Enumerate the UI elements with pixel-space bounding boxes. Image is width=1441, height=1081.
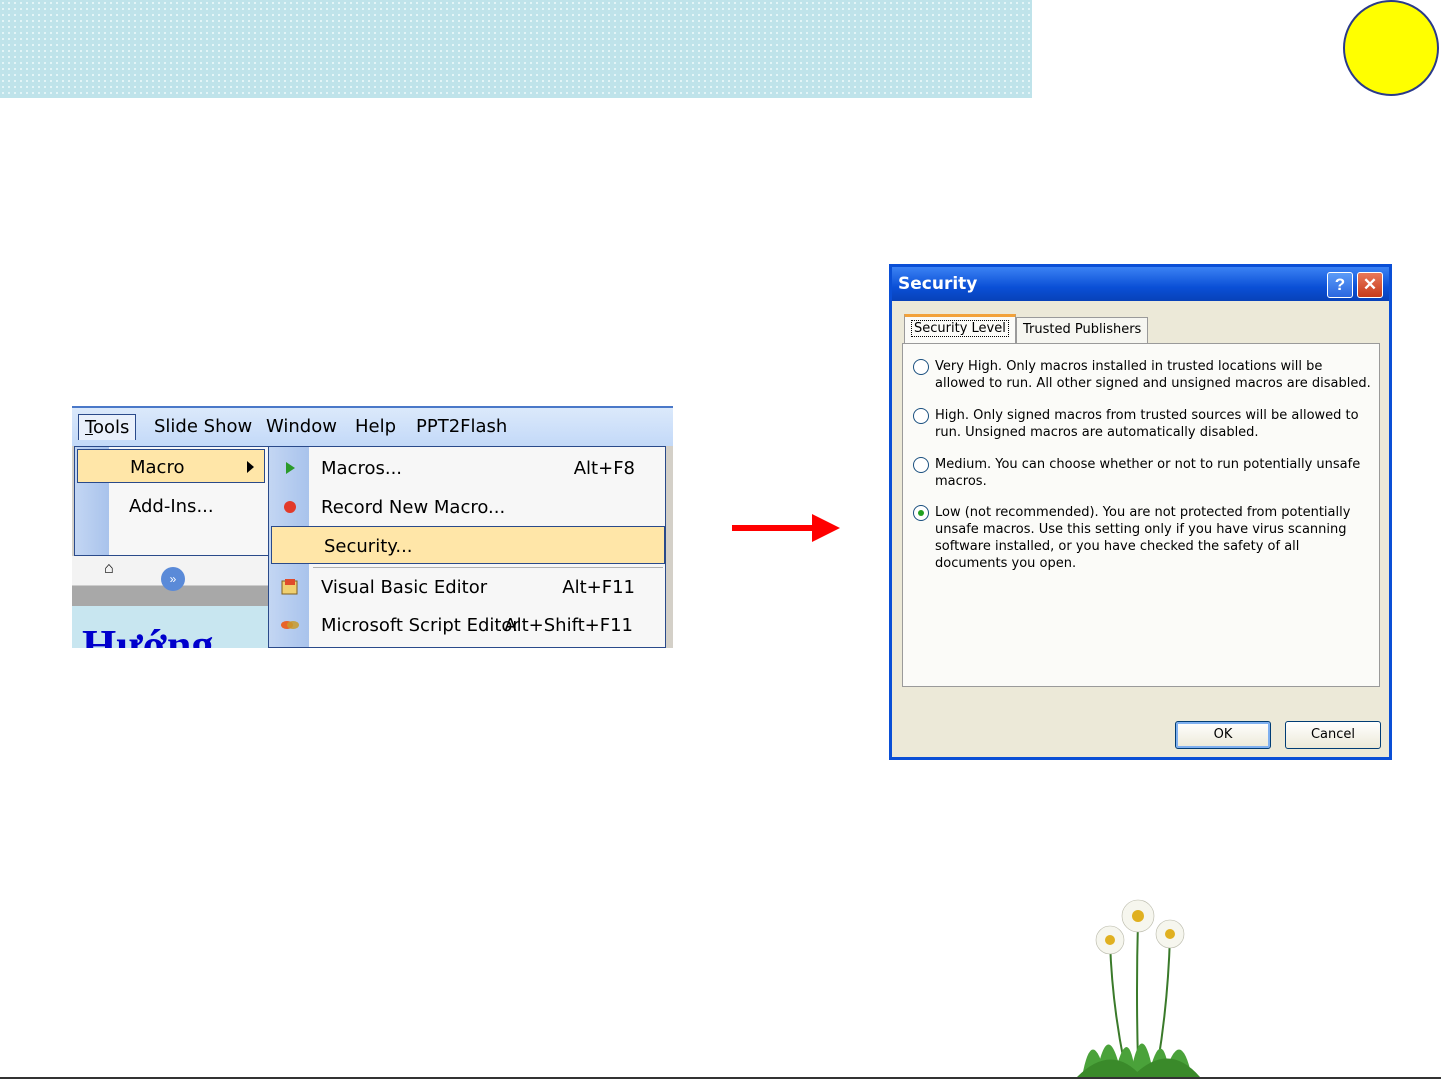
- header-band: [0, 0, 1032, 98]
- option-high-label: High. Only signed macros from trusted so…: [935, 408, 1359, 440]
- close-button[interactable]: ✕: [1357, 272, 1383, 298]
- bottom-rule: [0, 1077, 1441, 1079]
- ruler-tab-icon: ⌂: [104, 560, 114, 577]
- macro-submenu: Macros... Alt+F8 Record New Macro... Sec…: [268, 446, 666, 648]
- record-icon: [284, 501, 296, 513]
- menu-item-record-new-macro[interactable]: Record New Macro...: [269, 488, 665, 526]
- menu-item-macros[interactable]: Macros... Alt+F8: [269, 449, 665, 487]
- menu-item-record-label: Record New Macro...: [321, 497, 506, 518]
- menu-window[interactable]: Window: [266, 416, 337, 437]
- security-level-panel: Very High. Only macros installed in trus…: [902, 343, 1380, 687]
- option-low-label: Low (not recommended). You are not prote…: [935, 505, 1351, 571]
- menu-item-addins-label: Add-Ins...: [129, 496, 214, 517]
- menu-item-vbe-label: Visual Basic Editor: [321, 577, 488, 598]
- radio-low[interactable]: [913, 505, 929, 521]
- dialog-title: Security: [898, 274, 978, 294]
- option-medium-label: Medium. You can choose whether or not to…: [935, 457, 1361, 489]
- option-very-high-label: Very High. Only macros installed in trus…: [935, 359, 1371, 391]
- option-medium[interactable]: Medium. You can choose whether or not to…: [913, 456, 1373, 490]
- menubar: Tools Slide Show Window Help PPT2Flash: [72, 406, 673, 446]
- menu-help[interactable]: Help: [355, 416, 396, 437]
- dialog-titlebar[interactable]: Security ? ✕: [892, 267, 1389, 301]
- option-low[interactable]: Low (not recommended). You are not prote…: [913, 504, 1373, 572]
- right-arrow-icon: [732, 514, 840, 542]
- option-very-high[interactable]: Very High. Only macros installed in trus…: [913, 358, 1373, 392]
- help-button[interactable]: ?: [1327, 272, 1353, 298]
- radio-very-high[interactable]: [913, 359, 929, 375]
- menu-item-macros-label: Macros...: [321, 458, 403, 479]
- daisy-flowers-icon: [1077, 899, 1200, 1077]
- slide: Tools Slide Show Window Help PPT2Flash ⌂…: [0, 0, 1441, 1081]
- menu-item-security-label: Security...: [324, 536, 413, 557]
- radio-medium[interactable]: [913, 457, 929, 473]
- menu-screenshot: Tools Slide Show Window Help PPT2Flash ⌂…: [72, 406, 673, 648]
- tools-dropdown: Macro Add-Ins... »: [74, 446, 270, 591]
- slide-preview: Hướng: [72, 606, 272, 648]
- expand-chevron-icon[interactable]: »: [161, 567, 185, 591]
- cancel-button[interactable]: Cancel: [1285, 721, 1381, 749]
- menu-item-vbe-shortcut: Alt+F11: [562, 577, 635, 598]
- menu-item-macros-shortcut: Alt+F8: [573, 458, 635, 479]
- menu-item-addins[interactable]: Add-Ins...: [77, 489, 265, 523]
- menu-item-macro[interactable]: Macro: [77, 449, 265, 483]
- tab-trusted-publishers[interactable]: Trusted Publishers: [1016, 317, 1149, 343]
- menu-item-script-editor[interactable]: Microsoft Script Editor Alt+Shift+F11: [269, 606, 665, 644]
- radio-high[interactable]: [913, 408, 929, 424]
- option-high[interactable]: High. Only signed macros from trusted so…: [913, 407, 1373, 441]
- menu-ppt2flash[interactable]: PPT2Flash: [416, 416, 507, 437]
- script-editor-icon: [281, 621, 299, 629]
- menu-item-visual-basic-editor[interactable]: Visual Basic Editor Alt+F11: [269, 568, 665, 606]
- vba-editor-icon: [281, 579, 298, 595]
- menu-item-macro-label: Macro: [130, 457, 185, 478]
- security-dialog: Security ? ✕ Security Level Trusted Publ…: [889, 264, 1392, 760]
- menu-item-script-shortcut: Alt+Shift+F11: [504, 615, 633, 636]
- tab-security-level-label: Security Level: [911, 320, 1009, 337]
- menu-item-security[interactable]: Security...: [271, 526, 665, 564]
- tab-security-level[interactable]: Security Level: [904, 314, 1016, 344]
- menu-slide-show[interactable]: Slide Show: [154, 416, 252, 437]
- menu-tools-rest: ools: [92, 417, 130, 438]
- slide-title-text: Hướng: [82, 621, 214, 648]
- play-icon: [286, 462, 295, 474]
- yellow-circle-icon: [1343, 0, 1439, 96]
- tab-trusted-publishers-label: Trusted Publishers: [1023, 322, 1142, 337]
- menu-item-script-label: Microsoft Script Editor: [321, 615, 520, 636]
- ok-button[interactable]: OK: [1175, 721, 1271, 749]
- menu-tools[interactable]: Tools: [78, 414, 137, 440]
- submenu-arrow-icon: [247, 461, 254, 473]
